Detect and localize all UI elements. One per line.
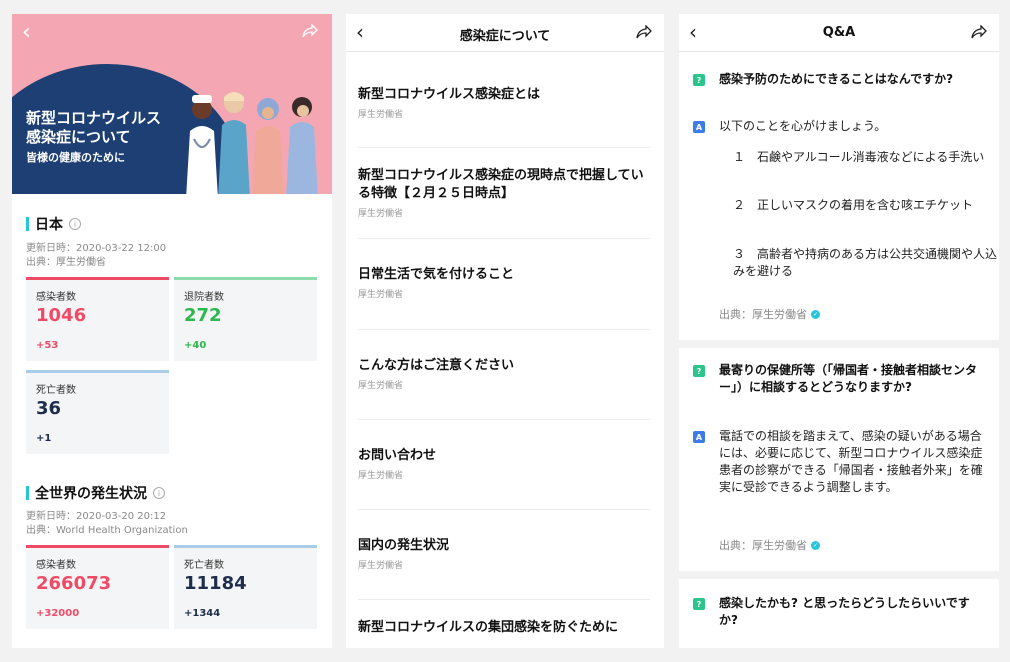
- question-icon: ?: [693, 74, 705, 86]
- list-item[interactable]: 国内の発生状況 厚生労働省: [358, 537, 650, 600]
- section-divider: [679, 340, 999, 348]
- info-icon[interactable]: i: [153, 487, 165, 499]
- question-icon: ?: [693, 365, 705, 377]
- hero-banner: ‹ 新型コロナウイルス 感染症について 皆様の健康のために: [12, 14, 332, 194]
- japan-deaths-card: 死亡者数 36 +1: [26, 370, 169, 454]
- answer-source: 出典：厚生労働省 ✓: [719, 306, 820, 322]
- world-heading-text: 全世界の発生状況: [35, 486, 147, 502]
- answer-point: １ 石鹸やアルコール消毒液などによる手洗い: [733, 150, 985, 164]
- japan-source: 出典：厚生労働省: [26, 257, 106, 268]
- world-source: 出典：World Health Organization: [26, 525, 188, 536]
- banner-title-line1: 新型コロナウイルス: [26, 109, 162, 127]
- world-meta: 更新日時：2020-03-20 20:12 出典：World Health Or…: [26, 510, 188, 538]
- japan-heading: 日本 i: [26, 214, 81, 234]
- japan-heading-text: 日本: [35, 217, 63, 233]
- card-value: 11184: [184, 573, 247, 594]
- banner-title: 新型コロナウイルス 感染症について: [26, 109, 161, 147]
- info-icon[interactable]: i: [69, 218, 81, 230]
- card-delta: +40: [184, 340, 207, 351]
- page-title: Q&A: [822, 25, 856, 40]
- world-infected-card: 感染者数 266073 +32000: [26, 545, 169, 629]
- verified-icon: ✓: [811, 309, 820, 319]
- heading-accent: [26, 486, 29, 500]
- list-item-title: 日常生活で気を付けること: [358, 267, 515, 282]
- world-updated: 更新日時：2020-03-20 20:12: [26, 511, 167, 522]
- card-delta: +1344: [184, 608, 221, 619]
- section-divider: [679, 571, 999, 579]
- share-icon[interactable]: [302, 24, 318, 38]
- question-text: 感染したかも? と思ったらどうしたらいいですか?: [719, 596, 970, 627]
- banner-title-line2: 感染症について: [26, 128, 131, 146]
- card-delta: +53: [36, 340, 59, 351]
- question-row: ? 感染したかも? と思ったらどうしたらいいですか?: [693, 595, 983, 629]
- world-deaths-card: 死亡者数 11184 +1344: [174, 545, 317, 629]
- japan-stats-panel: ‹ 新型コロナウイルス 感染症について 皆様の健康のために 日本 i 更新日時：…: [12, 14, 332, 648]
- world-heading: 全世界の発生状況 i: [26, 483, 165, 503]
- card-delta: +32000: [36, 608, 80, 619]
- answer-point: ２ 正しいマスクの着用を含む咳エチケット: [733, 198, 974, 212]
- banner-subtitle: 皆様の健康のために: [26, 151, 125, 164]
- card-label: 感染者数: [36, 292, 76, 303]
- japan-updated: 更新日時：2020-03-22 12:00: [26, 243, 167, 254]
- back-icon[interactable]: ‹: [22, 20, 31, 45]
- question-row: ? 感染予防のためにできることはなんですか?: [693, 71, 983, 88]
- list-item-source: 厚生労働省: [358, 209, 404, 219]
- about-disease-panel: ‹ 感染症について 新型コロナウイルス感染症とは 厚生労働省 新型コロナウイルス…: [346, 14, 664, 648]
- card-label: 死亡者数: [36, 385, 76, 396]
- card-label: 感染者数: [36, 560, 76, 571]
- answer-row: A 電話での相談を踏まえて、感染の疑いがある場合には、必要に応じて、新型コロナウ…: [693, 428, 983, 496]
- card-label: 死亡者数: [184, 560, 224, 571]
- answer-icon: A: [693, 431, 705, 443]
- list-item-title: 新型コロナウイルスの集団感染を防ぐために: [358, 620, 619, 635]
- answer-point: ３ 高齢者や持病のある方は公共交通機関や人込みを避ける: [733, 247, 998, 278]
- list-item[interactable]: 新型コロナウイルス感染症の現時点で把握している特徴【２月２５日時点】 厚生労働省: [358, 167, 650, 239]
- share-icon[interactable]: [971, 25, 987, 39]
- japan-infected-card: 感染者数 1046 +53: [26, 277, 169, 361]
- card-value: 1046: [36, 305, 87, 326]
- card-label: 退院者数: [184, 292, 224, 303]
- page-title: 感染症について: [459, 29, 551, 44]
- list-item[interactable]: 日常生活で気を付けること 厚生労働省: [358, 266, 650, 330]
- list-item-source: 厚生労働省: [358, 381, 404, 391]
- answer-row: A 以下のことを心がけましょう。: [693, 118, 983, 135]
- verified-icon: ✓: [811, 540, 820, 550]
- list-item[interactable]: こんな方はご注意ください 厚生労働省: [358, 357, 650, 420]
- list-item[interactable]: 新型コロナウイルスの集団感染を防ぐために: [358, 619, 650, 648]
- answer-text: 以下のことを心がけましょう。: [719, 119, 887, 133]
- list-item-title: 新型コロナウイルス感染症の現時点で把握している特徴【２月２５日時点】: [358, 168, 644, 201]
- card-value: 36: [36, 398, 62, 419]
- answer-icon: A: [693, 121, 705, 133]
- header-bar: ‹ 感染症について: [346, 14, 664, 52]
- list-item-source: 厚生労働省: [358, 110, 404, 120]
- people-illustration: [186, 92, 318, 194]
- heading-accent: [26, 217, 29, 231]
- list-item[interactable]: 新型コロナウイルス感染症とは 厚生労働省: [358, 86, 650, 148]
- answer-text: 電話での相談を踏まえて、感染の疑いがある場合には、必要に応じて、新型コロナウイル…: [719, 429, 983, 494]
- list-item-title: お問い合わせ: [358, 448, 437, 463]
- question-row: ? 最寄りの保健所等（「帰国者・接触者相談センター」）に相談するとどうなりますか…: [693, 362, 983, 396]
- card-value: 266073: [36, 573, 112, 594]
- question-icon: ?: [693, 598, 705, 610]
- question-text: 最寄りの保健所等（「帰国者・接触者相談センター」）に相談するとどうなりますか?: [719, 363, 978, 394]
- card-delta: +1: [36, 433, 52, 444]
- list-item-title: 新型コロナウイルス感染症とは: [358, 87, 541, 102]
- share-icon[interactable]: [636, 25, 652, 39]
- list-item-source: 厚生労働省: [358, 561, 404, 571]
- answer-source: 出典：厚生労働省 ✓: [719, 537, 820, 553]
- japan-meta: 更新日時：2020-03-22 12:00 出典：厚生労働省: [26, 242, 166, 270]
- answer-source-text: 出典：厚生労働省: [719, 539, 807, 552]
- card-value: 272: [184, 305, 222, 326]
- qa-panel: ‹ Q&A ? 感染予防のためにできることはなんですか? A 以下のことを心がけ…: [679, 14, 999, 648]
- list-item-title: 国内の発生状況: [358, 538, 450, 553]
- header-bar: ‹ Q&A: [679, 14, 999, 52]
- question-text: 感染予防のためにできることはなんですか?: [719, 72, 954, 86]
- list-item[interactable]: お問い合わせ 厚生労働省: [358, 447, 650, 510]
- answer-source-text: 出典：厚生労働省: [719, 308, 807, 321]
- list-item-source: 厚生労働省: [358, 471, 404, 481]
- list-item-title: こんな方はご注意ください: [358, 358, 515, 373]
- japan-recovered-card: 退院者数 272 +40: [174, 277, 317, 361]
- list-item-source: 厚生労働省: [358, 290, 404, 300]
